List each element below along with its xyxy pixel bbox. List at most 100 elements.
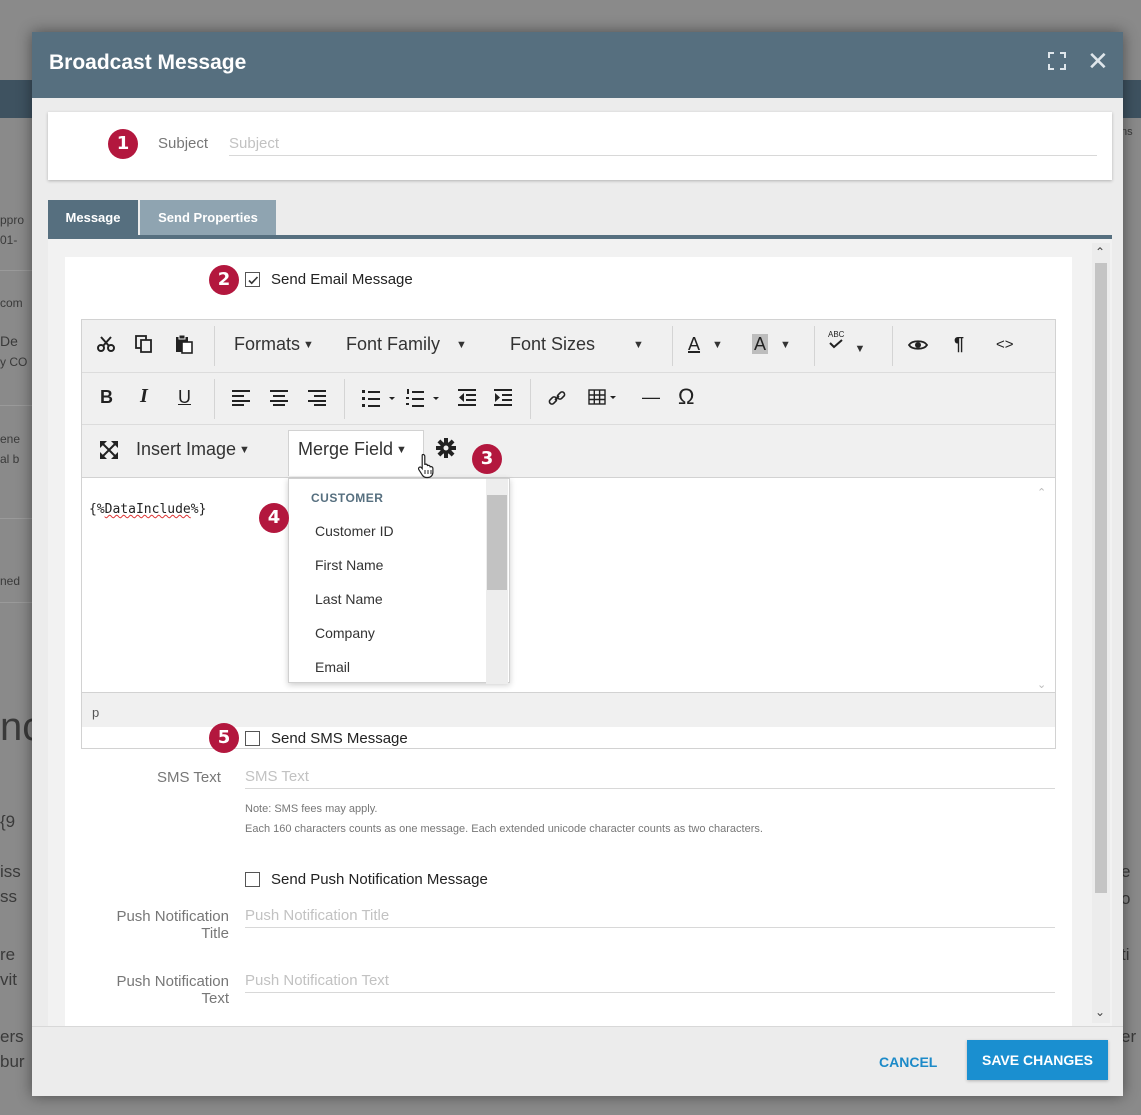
tab-send-properties[interactable]: Send Properties [140, 200, 276, 236]
toolbar-row: B I U — Ω [82, 372, 1055, 424]
formats-dropdown[interactable]: Formats ▼ [234, 334, 314, 355]
background-text: 01- [0, 233, 18, 247]
source-code-icon[interactable]: <> [996, 336, 1014, 353]
background-text: nc [0, 705, 34, 749]
fullscreen-icon[interactable] [100, 441, 118, 459]
chevron-down-icon[interactable]: ⌄ [1037, 678, 1046, 691]
expand-icon[interactable] [1048, 52, 1070, 74]
align-center-icon[interactable] [270, 390, 288, 406]
modal-header: Broadcast Message ✕ [32, 32, 1123, 98]
caret-down-icon: ▼ [239, 444, 250, 456]
font-sizes-dropdown[interactable]: Font Sizes ▼ [510, 334, 644, 355]
editor-content-text: {%DataInclude%} [89, 502, 206, 517]
merge-field-dropdown[interactable]: Merge Field ▼ [298, 439, 407, 460]
step-badge: 2 [209, 265, 239, 295]
cancel-button[interactable]: CANCEL [879, 1046, 937, 1078]
horizontal-line-button[interactable]: — [642, 387, 660, 408]
text-color-button[interactable]: A ▼ [688, 334, 723, 355]
sms-text-input[interactable] [245, 765, 1055, 789]
cut-icon[interactable] [96, 334, 116, 354]
align-left-icon[interactable] [232, 390, 250, 406]
bullet-list-icon[interactable] [362, 389, 402, 407]
spellcheck-icon: ABC [828, 330, 845, 339]
push-text-input[interactable] [245, 969, 1055, 993]
insert-image-dropdown[interactable]: Insert Image ▼ [136, 439, 250, 460]
chevron-up-icon[interactable]: ⌃ [1037, 486, 1046, 499]
merge-token-name: DataInclude [104, 502, 191, 517]
caret-down-icon: ▼ [303, 339, 314, 351]
special-character-button[interactable]: Ω [678, 384, 694, 410]
push-title-input[interactable] [245, 904, 1055, 928]
font-family-dropdown[interactable]: Font Family ▼ [346, 334, 467, 355]
background-divider [0, 270, 34, 271]
subject-input[interactable] [229, 132, 1097, 156]
background-text: e [1121, 862, 1131, 881]
background-text: vit [0, 970, 17, 989]
menu-item-last-name[interactable]: Last Name [315, 591, 383, 607]
background-text: re [0, 945, 16, 964]
chevron-down-icon[interactable]: ⌄ [1095, 1005, 1105, 1019]
chevron-up-icon[interactable]: ⌃ [1095, 245, 1105, 259]
sms-fee-note: Note: SMS fees may apply. [245, 803, 378, 815]
editor-content-area[interactable]: {%DataInclude%} ⌃ ⌄ [82, 478, 1055, 692]
background-divider [0, 602, 34, 603]
numbered-list-icon[interactable] [406, 389, 446, 407]
background-text: ss [0, 887, 17, 906]
menu-item-email[interactable]: Email [315, 659, 350, 675]
table-icon[interactable] [588, 389, 622, 405]
align-right-icon[interactable] [308, 390, 326, 406]
menu-scrollbar[interactable] [486, 479, 508, 684]
toolbar-row: Formats ▼ Font Family ▼ Font Sizes ▼ A ▼ A ▼ … [82, 320, 1055, 372]
show-blocks-icon[interactable]: ¶ [954, 334, 964, 355]
background-text: {9 [0, 812, 16, 831]
send-push-checkbox[interactable] [245, 872, 260, 887]
toolbar-separator [672, 326, 673, 366]
background-text: ers [0, 1027, 24, 1046]
menu-item-company[interactable]: Company [315, 625, 375, 641]
editor-status-bar: p [82, 692, 1055, 727]
subject-panel: 1 Subject [48, 112, 1112, 180]
menu-scroll-thumb[interactable] [487, 495, 507, 590]
push-text-label-line: Text [201, 990, 229, 1007]
link-icon[interactable] [548, 389, 566, 407]
checkmark-icon [248, 276, 259, 285]
send-email-label: Send Email Message [271, 271, 413, 288]
send-sms-checkbox[interactable] [245, 731, 260, 746]
caret-down-icon: ▼ [633, 339, 644, 351]
preview-eye-icon[interactable] [908, 338, 928, 352]
caret-down-icon: ▼ [780, 339, 791, 351]
spellcheck-button[interactable]: ABC ▼ [828, 330, 865, 355]
broadcast-message-modal: Broadcast Message ✕ 1 Subject Message Se… [32, 32, 1123, 1096]
menu-item-customer-id[interactable]: Customer ID [315, 523, 394, 539]
copy-icon[interactable] [134, 334, 154, 354]
push-title-label-line: Push Notification [116, 908, 229, 925]
menu-item-first-name[interactable]: First Name [315, 557, 383, 573]
content-scroll-thumb[interactable] [1095, 263, 1107, 893]
message-form: 2 Send Email Message Formats ▼ Font Fami… [65, 257, 1072, 1026]
gear-icon[interactable] [436, 438, 456, 458]
background-color-button[interactable]: A ▼ [752, 334, 791, 355]
content-scrollbar[interactable]: ⌃ ⌄ [1092, 243, 1110, 1023]
close-icon[interactable]: ✕ [1087, 46, 1109, 76]
background-color-icon: A [752, 334, 769, 354]
paste-icon[interactable] [174, 334, 194, 354]
background-text: com [0, 296, 23, 310]
background-text: y CO [0, 355, 28, 369]
background-text: iss [0, 862, 21, 881]
hand-pointer-cursor-icon [417, 453, 437, 484]
send-email-checkbox[interactable] [245, 272, 260, 287]
step-badge: 4 [259, 503, 289, 533]
outdent-icon[interactable] [458, 389, 476, 407]
save-changes-button[interactable]: SAVE CHANGES [967, 1040, 1108, 1080]
push-title-label: Push Notification Title [105, 908, 229, 942]
bold-button[interactable]: B [100, 387, 113, 408]
tab-message[interactable]: Message [48, 200, 138, 236]
indent-icon[interactable] [494, 389, 512, 407]
italic-button[interactable]: I [140, 385, 148, 408]
merge-field-menu: CUSTOMER Customer ID First Name Last Nam… [288, 478, 510, 684]
menu-group-header: CUSTOMER [311, 491, 384, 505]
toolbar-separator [892, 326, 893, 366]
element-path: p [92, 705, 100, 720]
underline-button[interactable]: U [178, 387, 191, 408]
background-text: er [1121, 1027, 1137, 1046]
